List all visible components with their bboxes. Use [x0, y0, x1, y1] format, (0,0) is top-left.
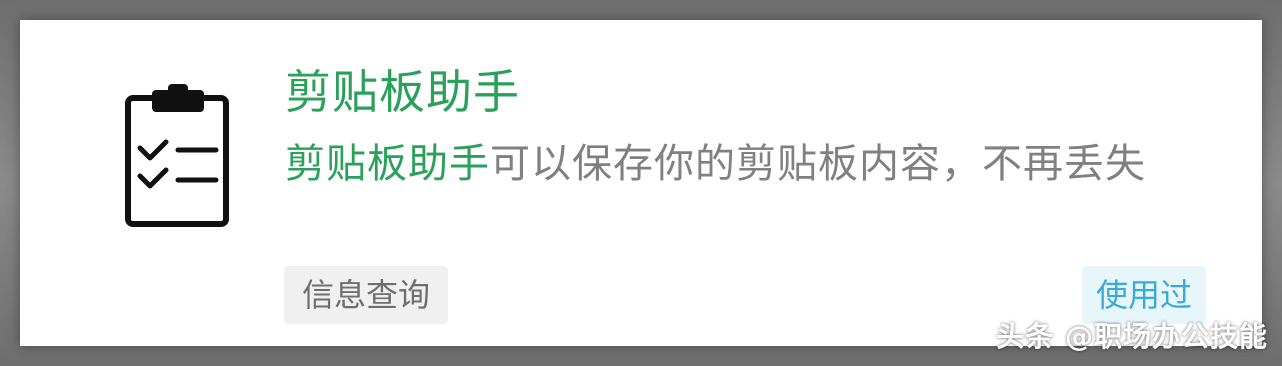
category-tag[interactable]: 信息查询 [284, 266, 449, 324]
description-highlight: 剪贴板助手 [285, 141, 490, 187]
screenshot-frame: 剪贴板助手 剪贴板助手可以保存你的剪贴板内容，不再丢失 信息查询 使用过 头条 … [0, 0, 1282, 366]
used-status-badge: 使用过 [1082, 266, 1207, 324]
watermark-text: 头条 @职场办公技能 [996, 320, 1268, 353]
clipboard-checklist-icon [120, 82, 236, 232]
app-list-item-card[interactable]: 剪贴板助手 剪贴板助手可以保存你的剪贴板内容，不再丢失 信息查询 使用过 [20, 20, 1262, 346]
app-title[interactable]: 剪贴板助手 [285, 62, 520, 122]
description-text: 可以保存你的剪贴板内容，不再丢失 [490, 141, 1146, 187]
app-description: 剪贴板助手可以保存你的剪贴板内容，不再丢失 [285, 136, 1215, 192]
